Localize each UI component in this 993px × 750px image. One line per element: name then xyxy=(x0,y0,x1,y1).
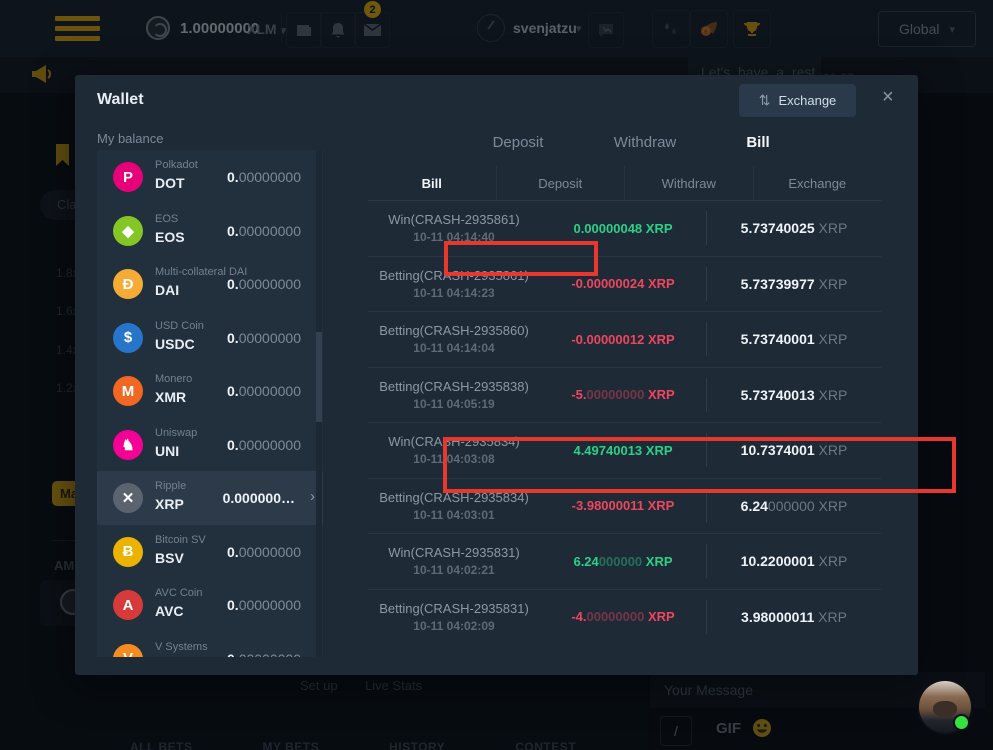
transaction-amount: 6.24000000 XRP xyxy=(540,554,706,569)
coin-scrollbar-thumb[interactable] xyxy=(316,332,322,422)
coin-row[interactable]: V V Systems 0.00000000 › xyxy=(97,632,323,658)
coin-row[interactable]: M Monero XMR 0.00000000 › xyxy=(97,364,323,418)
coin-symbol: USDC xyxy=(155,336,195,352)
coin-symbol: UNI xyxy=(155,443,179,459)
exchange-button[interactable]: ⇅ Exchange xyxy=(739,84,856,117)
coin-icon: ◆ xyxy=(113,216,143,246)
coin-balance: 0.00000000 xyxy=(227,651,301,658)
transaction-balance: 5.73739977 XRP xyxy=(707,276,881,292)
coin-balance: 0.00000000 xyxy=(227,383,301,399)
annotation-box-transaction-row xyxy=(443,437,956,493)
coin-balance: 0.00000000 xyxy=(227,330,301,346)
coin-row[interactable]: ◆ EOS EOS 0.00000000 › xyxy=(97,204,323,258)
coin-name: Uniswap xyxy=(155,427,197,439)
coin-balance: 0.00000000 xyxy=(227,544,301,560)
transaction-balance: 5.73740001 XRP xyxy=(707,331,881,347)
coin-list: P Polkadot DOT 0.00000000 › ◆ EOS EOS 0.… xyxy=(97,150,323,657)
transaction-label: Betting(CRASH-2935838) xyxy=(368,379,540,394)
coin-symbol: AVC xyxy=(155,603,184,619)
coin-name: Monero xyxy=(155,373,192,385)
coin-icon: V xyxy=(113,644,143,658)
coin-name: V Systems xyxy=(155,641,208,653)
exchange-arrows-icon: ⇅ xyxy=(759,92,771,109)
transaction-balance: 10.2200001 XRP xyxy=(707,553,881,569)
coin-row[interactable]: $ USD Coin USDC 0.00000000 › xyxy=(97,311,323,365)
coin-icon: ♞ xyxy=(113,430,143,460)
tab-withdraw[interactable]: Withdraw xyxy=(614,134,677,151)
online-status-dot xyxy=(953,714,970,731)
coin-name: Bitcoin SV xyxy=(155,534,206,546)
coin-row[interactable]: Đ Multi-collateral DAI DAI 0.00000000 › xyxy=(97,257,323,311)
wallet-modal: Wallet ⇅ Exchange × My balance P Polkado… xyxy=(75,75,918,675)
coin-icon: P xyxy=(113,162,143,192)
coin-balance: 0.00000000 xyxy=(227,597,301,613)
coin-icon: ✕ xyxy=(113,483,143,513)
modal-title: Wallet xyxy=(97,91,144,109)
transaction-label: Betting(CRASH-2935831) xyxy=(368,601,540,616)
coin-symbol: BSV xyxy=(155,550,184,566)
transaction-amount: 0.00000048 XRP xyxy=(540,221,706,236)
coin-name: USD Coin xyxy=(155,320,204,332)
coin-balance: 0.00000000 xyxy=(227,437,301,453)
coin-symbol: XMR xyxy=(155,389,186,405)
coin-balance: 0.00000000 xyxy=(227,169,301,185)
coin-name: Polkadot xyxy=(155,159,198,171)
bill-subtab-bar: Bill Deposit Withdraw Exchange xyxy=(368,166,881,201)
transaction-row: Betting(CRASH-2935831) 10-11 04:02:09 -4… xyxy=(368,589,881,645)
transaction-balance: 5.73740013 XRP xyxy=(707,387,881,403)
subtab-bill[interactable]: Bill xyxy=(368,166,497,200)
transaction-row: Betting(CRASH-2935838) 10-11 04:05:19 -5… xyxy=(368,367,881,423)
transaction-time: 10-11 04:14:23 xyxy=(368,286,540,300)
transaction-time: 10-11 04:05:19 xyxy=(368,397,540,411)
transaction-amount: -0.00000024 XRP xyxy=(540,276,706,291)
coin-row[interactable]: ✕ Ripple XRP 0.000000… › xyxy=(97,471,323,525)
coin-row[interactable]: Ƀ Bitcoin SV BSV 0.00000000 › xyxy=(97,525,323,579)
subtab-deposit[interactable]: Deposit xyxy=(497,166,626,200)
coin-name: Ripple xyxy=(155,480,186,492)
coin-balance: 0.00000000 xyxy=(227,276,301,292)
transaction-time: 10-11 04:02:09 xyxy=(368,619,540,633)
tab-deposit[interactable]: Deposit xyxy=(493,134,544,151)
subtab-withdraw[interactable]: Withdraw xyxy=(625,166,754,200)
transaction-amount: -5.00000000 XRP xyxy=(540,387,706,402)
transaction-balance: 6.24000000 XRP xyxy=(707,498,881,514)
transaction-row: Win(CRASH-2935831) 10-11 04:02:21 6.2400… xyxy=(368,533,881,589)
my-balance-label: My balance xyxy=(97,131,163,146)
coin-icon: M xyxy=(113,376,143,406)
coin-icon: Đ xyxy=(113,269,143,299)
transaction-label: Betting(CRASH-2935860) xyxy=(368,323,540,338)
chat-user-avatar[interactable] xyxy=(919,681,971,733)
coin-name: EOS xyxy=(155,213,178,225)
transaction-time: 10-11 04:02:21 xyxy=(368,563,540,577)
coin-symbol: EOS xyxy=(155,229,185,245)
coin-icon: $ xyxy=(113,323,143,353)
transaction-balance: 3.98000011 XRP xyxy=(707,609,881,625)
tab-bill[interactable]: Bill xyxy=(746,134,769,151)
transaction-time: 10-11 04:14:04 xyxy=(368,341,540,355)
subtab-exchange[interactable]: Exchange xyxy=(754,166,882,200)
coin-symbol: DOT xyxy=(155,175,185,191)
transaction-row: Betting(CRASH-2935860) 10-11 04:14:04 -0… xyxy=(368,311,881,367)
transaction-time: 10-11 04:03:01 xyxy=(368,508,540,522)
transaction-balance: 5.73740025 XRP xyxy=(707,220,881,236)
transaction-label: Win(CRASH-2935861) xyxy=(368,212,540,227)
coin-symbol: DAI xyxy=(155,282,179,298)
chevron-right-icon: › xyxy=(310,488,315,505)
transaction-amount: -4.00000000 XRP xyxy=(540,609,706,624)
transaction-label: Win(CRASH-2935831) xyxy=(368,545,540,560)
transaction-amount: -3.98000011 XRP xyxy=(540,498,706,513)
app-root: { "icons": { "caret": "▾", "exchange": "… xyxy=(0,0,993,750)
coin-name: AVC Coin xyxy=(155,587,202,599)
transaction-amount: -0.00000012 XRP xyxy=(540,332,706,347)
coin-row[interactable]: A AVC Coin AVC 0.00000000 › xyxy=(97,578,323,632)
coin-row[interactable]: P Polkadot DOT 0.00000000 › xyxy=(97,150,323,204)
coin-balance: 0.00000000 xyxy=(227,223,301,239)
coin-icon: A xyxy=(113,590,143,620)
close-icon[interactable]: × xyxy=(882,87,894,107)
coin-icon: Ƀ xyxy=(113,537,143,567)
coin-symbol: XRP xyxy=(155,496,184,512)
coin-balance: 0.000000… xyxy=(223,490,295,506)
coin-row[interactable]: ♞ Uniswap UNI 0.00000000 › xyxy=(97,418,323,472)
annotation-box-bill-subtab xyxy=(444,241,598,276)
